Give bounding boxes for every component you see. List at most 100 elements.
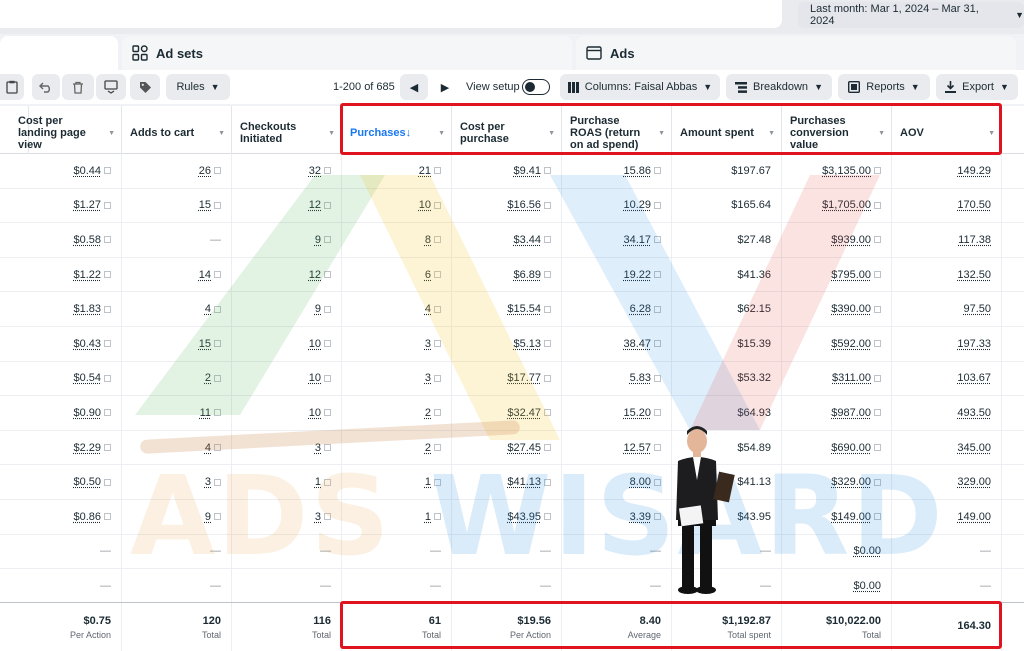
- cell-value[interactable]: 9: [315, 234, 321, 246]
- cell-value[interactable]: $0.00: [853, 545, 881, 557]
- cell-value[interactable]: 8.00: [630, 476, 651, 488]
- delete-button[interactable]: [62, 74, 94, 100]
- attribution-icon[interactable]: [874, 409, 881, 416]
- column-menu-icon[interactable]: ▼: [218, 128, 225, 140]
- attribution-icon[interactable]: [544, 479, 551, 486]
- cell-value[interactable]: $32.47: [507, 407, 541, 419]
- attribution-icon[interactable]: [324, 236, 331, 243]
- cell-value[interactable]: $311.00: [832, 372, 871, 384]
- next-page-button[interactable]: ▶: [432, 74, 458, 100]
- attribution-icon[interactable]: [214, 340, 221, 347]
- cell-value[interactable]: 149.00: [957, 511, 991, 523]
- cell-value[interactable]: 103.67: [957, 372, 991, 384]
- cell-value[interactable]: 12: [309, 269, 321, 281]
- cell-value[interactable]: 10: [419, 199, 431, 211]
- attribution-icon[interactable]: [434, 479, 441, 486]
- cell-value[interactable]: 10: [309, 338, 321, 350]
- table-row[interactable]: $0.44 26 32 21 $9.41 15.86 $197.67 $3,135.00 149…: [0, 154, 1024, 189]
- cell-value[interactable]: 9: [315, 303, 321, 315]
- undo-button[interactable]: [32, 74, 60, 100]
- cell-value[interactable]: $329.00: [831, 476, 871, 488]
- cell-value[interactable]: 3: [205, 476, 211, 488]
- column-header[interactable]: Cost per purchase ▼: [452, 106, 562, 154]
- attribution-icon[interactable]: [544, 444, 551, 451]
- table-row[interactable]: $2.29 4 3 2 $27.45 12.57 $54.89 $690.00 345.00: [0, 431, 1024, 466]
- attribution-icon[interactable]: [104, 375, 111, 382]
- cell-value[interactable]: 11: [200, 407, 211, 419]
- attribution-icon[interactable]: [654, 479, 661, 486]
- column-menu-icon[interactable]: ▼: [878, 128, 885, 140]
- attribution-icon[interactable]: [544, 167, 551, 174]
- table-row[interactable]: $0.43 15 10 3 $5.13 38.47 $15.39 $592.00 197.33: [0, 327, 1024, 362]
- column-menu-icon[interactable]: ▼: [108, 128, 115, 140]
- column-menu-icon[interactable]: ▼: [988, 128, 995, 140]
- attribution-icon[interactable]: [214, 479, 221, 486]
- attribution-icon[interactable]: [874, 236, 881, 243]
- attribution-icon[interactable]: [874, 479, 881, 486]
- attribution-icon[interactable]: [324, 409, 331, 416]
- column-header[interactable]: Checkouts Initiated ▼: [232, 106, 342, 154]
- attribution-icon[interactable]: [654, 444, 661, 451]
- column-menu-icon[interactable]: ▼: [328, 128, 335, 140]
- tab-campaigns[interactable]: [0, 36, 118, 70]
- cell-value[interactable]: $15.54: [507, 303, 541, 315]
- attribution-icon[interactable]: [434, 306, 441, 313]
- cell-value[interactable]: 6.28: [630, 303, 651, 315]
- attribution-icon[interactable]: [104, 340, 111, 347]
- attribution-icon[interactable]: [324, 340, 331, 347]
- cell-value[interactable]: 2: [425, 407, 431, 419]
- cell-value[interactable]: 10: [309, 407, 321, 419]
- cell-value[interactable]: $1.27: [73, 199, 101, 211]
- attribution-icon[interactable]: [544, 236, 551, 243]
- view-setup-toggle[interactable]: [522, 79, 550, 95]
- attribution-icon[interactable]: [544, 409, 551, 416]
- attribution-icon[interactable]: [654, 167, 661, 174]
- cell-value[interactable]: $17.77: [507, 372, 541, 384]
- cell-value[interactable]: 15: [199, 338, 211, 350]
- cell-value[interactable]: 12.57: [623, 442, 651, 454]
- cell-value[interactable]: $0.44: [73, 165, 101, 177]
- cell-value[interactable]: 10.29: [623, 199, 651, 211]
- attribution-icon[interactable]: [214, 513, 221, 520]
- table-row[interactable]: $0.58 — 9 8 $3.44 34.17 $27.48 $939.00 117.38: [0, 223, 1024, 258]
- reports-dropdown[interactable]: Reports ▼: [838, 74, 930, 100]
- attribution-icon[interactable]: [874, 202, 881, 209]
- attribution-icon[interactable]: [874, 271, 881, 278]
- table-row[interactable]: $1.27 15 12 10 $16.56 10.29 $165.64 $1,705.00 17…: [0, 189, 1024, 224]
- attribution-icon[interactable]: [214, 306, 221, 313]
- column-header[interactable]: Purchase ROAS (return on ad spend) ▼: [562, 106, 672, 154]
- cell-value[interactable]: 2: [205, 372, 211, 384]
- attribution-icon[interactable]: [654, 340, 661, 347]
- cell-value[interactable]: $9.41: [513, 165, 541, 177]
- cell-value[interactable]: 1: [315, 476, 321, 488]
- attribution-icon[interactable]: [874, 375, 881, 382]
- attribution-icon[interactable]: [214, 444, 221, 451]
- cell-value[interactable]: 1: [425, 511, 431, 523]
- attribution-icon[interactable]: [214, 202, 221, 209]
- cell-value[interactable]: 3: [425, 338, 431, 350]
- attribution-icon[interactable]: [324, 375, 331, 382]
- cell-value[interactable]: 3: [315, 442, 321, 454]
- attribution-icon[interactable]: [104, 479, 111, 486]
- column-menu-icon[interactable]: ▼: [658, 128, 665, 140]
- cell-value[interactable]: $43.95: [507, 511, 541, 523]
- cell-value[interactable]: 97.50: [963, 303, 991, 315]
- cell-value[interactable]: 197.33: [957, 338, 991, 350]
- attribution-icon[interactable]: [434, 236, 441, 243]
- previous-page-button[interactable]: ◀: [400, 74, 428, 100]
- cell-value[interactable]: 19.22: [623, 269, 651, 281]
- cell-value[interactable]: 493.50: [957, 407, 991, 419]
- column-header[interactable]: Amount spent ▼: [672, 106, 782, 154]
- column-header[interactable]: Purchases ↓ ▼: [342, 106, 452, 154]
- attribution-icon[interactable]: [654, 271, 661, 278]
- attribution-icon[interactable]: [874, 444, 881, 451]
- table-row[interactable]: $0.50 3 1 1 $41.13 8.00 $41.13 $329.00 329.00: [0, 465, 1024, 500]
- cell-value[interactable]: $0.54: [73, 372, 101, 384]
- attribution-icon[interactable]: [214, 409, 221, 416]
- attribution-icon[interactable]: [434, 513, 441, 520]
- attribution-icon[interactable]: [654, 375, 661, 382]
- cell-value[interactable]: $3,135.00: [822, 165, 871, 177]
- table-row[interactable]: $0.54 2 10 3 $17.77 5.83 $53.32 $311.00 103.67: [0, 362, 1024, 397]
- attribution-icon[interactable]: [324, 167, 331, 174]
- cell-value[interactable]: 26: [199, 165, 211, 177]
